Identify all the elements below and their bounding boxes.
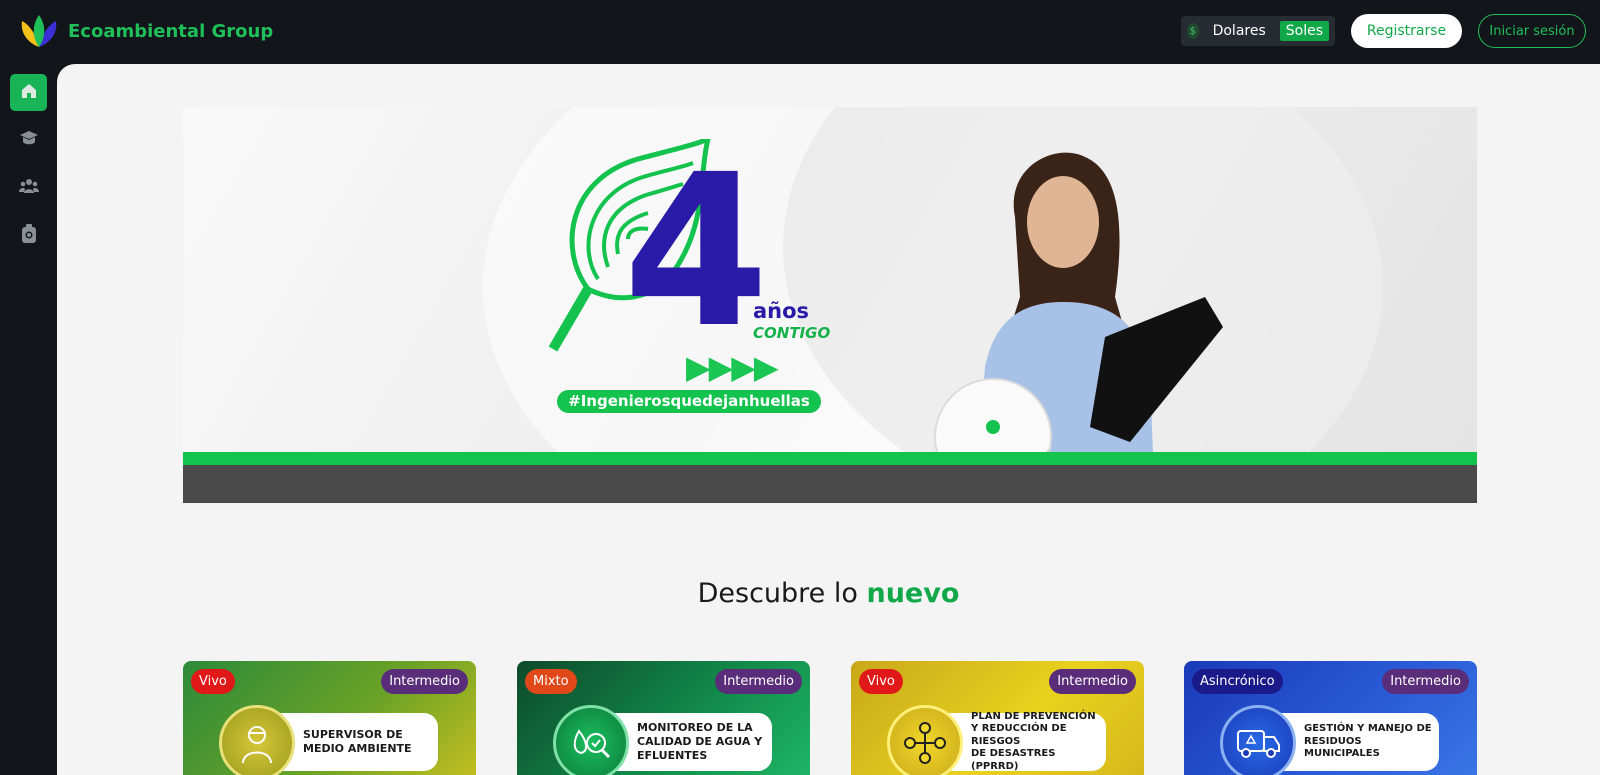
register-button[interactable]: Registrarse xyxy=(1351,14,1462,48)
badge-icon xyxy=(20,223,38,248)
course-title: GESTIÓN Y MANEJO DE RESIDUOS MUNICIPALES xyxy=(1304,723,1432,760)
course-card[interactable]: Vivo Intermedio SUPERVISOR DE MEDIO AMBI… xyxy=(183,661,476,775)
currency-option-soles[interactable]: Soles xyxy=(1279,21,1329,41)
course-mode-badge: Vivo xyxy=(191,669,235,694)
home-icon xyxy=(20,82,38,104)
course-card[interactable]: Mixto Intermedio MONITOREO DE LA CALIDAD… xyxy=(517,661,810,775)
anniversary-anos: años xyxy=(753,299,810,323)
banner-hashtag: #Ingenierosquedejanhuellas xyxy=(557,390,821,413)
main-content: 4 años CONTIGO ▶▶▶▶ #Ingenierosquedejanh… xyxy=(57,64,1600,775)
anniversary-contigo: CONTIGO xyxy=(753,324,831,342)
course-card[interactable]: Asincrónico Intermedio GESTIÓN Y MANEJO … xyxy=(1184,661,1477,775)
engineer-photo xyxy=(905,137,1225,503)
arrows-icon: ▶▶▶▶ xyxy=(686,348,778,386)
sidebar-item-home[interactable] xyxy=(10,74,47,111)
course-mode-badge: Mixto xyxy=(525,669,577,694)
course-level-badge: Intermedio xyxy=(715,669,802,694)
section-title: Descubre lo nuevo xyxy=(57,578,1600,609)
waste-truck-icon xyxy=(1220,705,1296,775)
group-icon xyxy=(18,177,39,199)
brand-name: Ecoambiental Group xyxy=(68,20,274,42)
banner-dark-band xyxy=(183,465,1477,503)
course-title: PLAN DE PREVENCIÓN Y REDUCCIÓN DE RIESGO… xyxy=(971,710,1096,772)
login-button[interactable]: Iniciar sesión xyxy=(1478,14,1586,48)
course-level-badge: Intermedio xyxy=(381,669,468,694)
water-quality-icon xyxy=(553,705,629,775)
section-title-prefix: Descubre lo xyxy=(697,578,858,609)
course-card[interactable]: Vivo Intermedio PLAN DE PREVENCIÓN Y RED… xyxy=(851,661,1144,775)
dollar-icon: $ xyxy=(1187,23,1199,39)
sidebar-item-community[interactable] xyxy=(10,169,47,206)
brand-logo-icon xyxy=(18,13,60,49)
sidebar-item-courses[interactable] xyxy=(10,121,47,158)
course-mode-badge: Asincrónico xyxy=(1192,669,1283,694)
course-level-badge: Intermedio xyxy=(1382,669,1469,694)
banner-green-band xyxy=(183,452,1477,465)
risk-prevention-icon xyxy=(887,705,963,775)
top-bar: Ecoambiental Group $ Dolares Soles Regis… xyxy=(0,0,1600,64)
course-title: MONITOREO DE LA CALIDAD DE AGUA Y EFLUEN… xyxy=(637,721,763,762)
sidebar-item-certificates[interactable] xyxy=(10,217,47,254)
course-mode-badge: Vivo xyxy=(859,669,903,694)
currency-option-dolares[interactable]: Dolares xyxy=(1213,23,1266,39)
brand[interactable]: Ecoambiental Group xyxy=(18,13,273,49)
hero-banner[interactable]: 4 años CONTIGO ▶▶▶▶ #Ingenierosquedejanh… xyxy=(183,107,1477,503)
currency-switch[interactable]: $ Dolares Soles xyxy=(1181,16,1335,46)
graduation-cap-icon xyxy=(19,129,39,151)
supervisor-icon xyxy=(219,705,295,775)
course-level-badge: Intermedio xyxy=(1049,669,1136,694)
section-title-accent: nuevo xyxy=(866,578,960,609)
anniversary-number: 4 xyxy=(623,129,770,374)
course-title: SUPERVISOR DE MEDIO AMBIENTE xyxy=(303,728,412,755)
